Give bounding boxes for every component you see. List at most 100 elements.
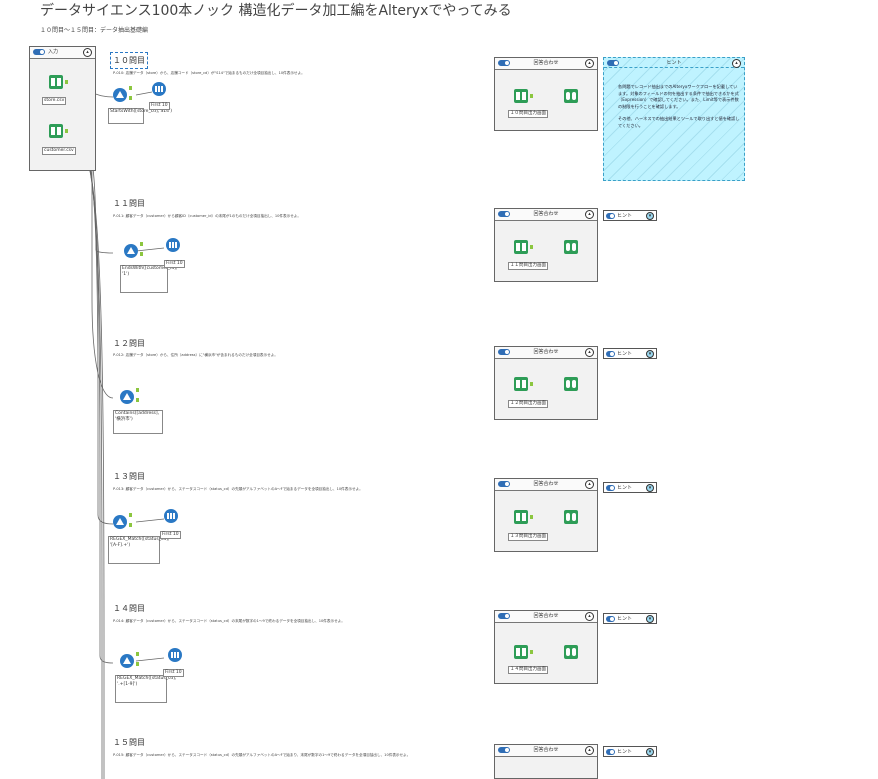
hint-container-collapsed[interactable]: ヒント ▾	[603, 746, 657, 757]
false-anchor-icon[interactable]	[140, 252, 143, 256]
input-data-tool-customer[interactable]	[49, 124, 63, 138]
question-description: P-012: 店舗データ（store）から、住所（address）に"横浜市"が…	[113, 353, 278, 357]
answer-container-header[interactable]: 回答合わせ ▴	[495, 347, 597, 359]
collapse-icon[interactable]: ▴	[585, 348, 594, 357]
expand-icon[interactable]: ▾	[646, 484, 654, 492]
sample-tool[interactable]	[166, 238, 180, 252]
question-title: １４問目	[113, 604, 145, 613]
browse-tool[interactable]	[564, 510, 578, 524]
question-title: １３問目	[113, 472, 145, 481]
input-data-tool-store[interactable]	[49, 75, 63, 89]
true-anchor-icon[interactable]	[136, 652, 139, 656]
output-anchor-icon[interactable]	[530, 94, 533, 98]
false-anchor-icon[interactable]	[136, 662, 139, 666]
container-toggle-icon[interactable]	[606, 351, 615, 357]
container-toggle-icon[interactable]	[606, 749, 615, 755]
output-anchor-icon[interactable]	[530, 515, 533, 519]
answer-container[interactable]: 回答合わせ ▴	[494, 57, 598, 131]
false-anchor-icon[interactable]	[129, 523, 132, 527]
container-toggle-icon[interactable]	[606, 485, 615, 491]
answer-input-tool[interactable]	[514, 510, 528, 524]
filter-tool[interactable]	[120, 654, 134, 668]
collapse-icon[interactable]: ▴	[585, 210, 594, 219]
collapse-icon[interactable]: ▴	[585, 59, 594, 68]
output-anchor-icon[interactable]	[530, 382, 533, 386]
output-anchor-icon[interactable]	[65, 129, 68, 133]
output-anchor-icon[interactable]	[65, 80, 68, 84]
hint-container-collapsed[interactable]: ヒント ▾	[603, 482, 657, 493]
container-toggle-icon[interactable]	[33, 49, 45, 55]
question-description: P-015: 顧客データ（customer）から、ステータスコード（status…	[113, 753, 411, 757]
hint-container-header[interactable]: ヒント ▴	[604, 58, 744, 68]
answer-input-tool[interactable]	[514, 645, 528, 659]
sample-tool[interactable]	[152, 82, 166, 96]
answer-container-title: 回答合わせ	[533, 481, 559, 487]
question-title: １２問目	[113, 339, 145, 348]
answer-container-title: 回答合わせ	[533, 613, 559, 619]
answer-container-header[interactable]: 回答合わせ ▴	[495, 479, 597, 491]
false-anchor-icon[interactable]	[129, 96, 132, 100]
expand-icon[interactable]: ▾	[646, 212, 654, 220]
true-anchor-icon[interactable]	[140, 242, 143, 246]
hint-container-collapsed[interactable]: ヒント ▾	[603, 210, 657, 221]
answer-container-header[interactable]: 回答合わせ ▴	[495, 745, 597, 757]
output-anchor-icon[interactable]	[530, 650, 533, 654]
true-anchor-icon[interactable]	[136, 388, 139, 392]
browse-tool[interactable]	[564, 240, 578, 254]
answer-label: １１問目出力画面	[508, 262, 548, 270]
true-anchor-icon[interactable]	[129, 86, 132, 90]
answer-container[interactable]: 回答合わせ ▴	[494, 346, 598, 420]
collapse-icon[interactable]: ▴	[585, 480, 594, 489]
filter-tool[interactable]	[124, 244, 138, 258]
workflow-canvas[interactable]: データサイエンス100本ノック 構造化データ加工編をAlteryxでやってみる …	[0, 0, 878, 779]
answer-container[interactable]: 回答合わせ ▴	[494, 208, 598, 282]
expand-icon[interactable]: ▾	[646, 615, 654, 623]
browse-tool[interactable]	[564, 645, 578, 659]
answer-label: １３問目出力画面	[508, 533, 548, 541]
answer-container-header[interactable]: 回答合わせ ▴	[495, 611, 597, 623]
expand-icon[interactable]: ▾	[646, 350, 654, 358]
filter-tool[interactable]	[113, 88, 127, 102]
filter-tool[interactable]	[113, 515, 127, 529]
sample-annotation: First 10	[149, 102, 170, 110]
hint-label: ヒント	[617, 213, 633, 219]
answer-container-title: 回答合わせ	[533, 747, 559, 753]
tool-annotation: customer.csv	[42, 147, 76, 155]
hint-container-collapsed[interactable]: ヒント ▾	[603, 613, 657, 624]
browse-tool[interactable]	[564, 377, 578, 391]
collapse-icon[interactable]: ▴	[585, 612, 594, 621]
hint-container-collapsed[interactable]: ヒント ▾	[603, 348, 657, 359]
filter-annotation: StartsWith([store_cd],'S14')	[108, 108, 172, 124]
filter-tool[interactable]	[120, 390, 134, 404]
answer-input-tool[interactable]	[514, 377, 528, 391]
output-anchor-icon[interactable]	[530, 245, 533, 249]
container-toggle-icon[interactable]	[606, 616, 615, 622]
question-description: P-011: 顧客データ（customer）から顧客ID（customer_id…	[113, 214, 301, 218]
hint-container-title: ヒント	[666, 60, 682, 66]
question-title[interactable]: １０問目	[110, 52, 148, 69]
collapse-icon[interactable]: ▴	[585, 746, 594, 755]
collapse-icon[interactable]: ▴	[83, 48, 92, 57]
hint-label: ヒント	[617, 749, 633, 755]
answer-container-header[interactable]: 回答合わせ ▴	[495, 209, 597, 221]
hint-paragraph: その他、ハーネスでの抽出結果とツールで取り出すと値を確認してください。	[618, 116, 740, 128]
answer-container-title: 回答合わせ	[533, 60, 559, 66]
answer-container[interactable]: 回答合わせ ▴	[494, 744, 598, 779]
true-anchor-icon[interactable]	[129, 513, 132, 517]
container-toggle-icon[interactable]	[606, 213, 615, 219]
answer-label: １０問目出力画面	[508, 110, 548, 118]
question-description: P-014: 顧客データ（customer）から、ステータスコード（status…	[113, 619, 345, 623]
tool-annotation: store.csv	[42, 97, 67, 105]
hint-container-expanded[interactable]: ヒント ▴ 各問題でレコード抽出までのAlteryxワークフローを記載しています…	[603, 57, 745, 181]
sample-tool[interactable]	[164, 509, 178, 523]
input-container-header[interactable]: 入力 ▴	[30, 47, 95, 59]
browse-tool[interactable]	[564, 89, 578, 103]
answer-container-header[interactable]: 回答合わせ ▴	[495, 58, 597, 70]
expand-icon[interactable]: ▾	[646, 748, 654, 756]
answer-input-tool[interactable]	[514, 89, 528, 103]
collapse-icon[interactable]: ▴	[732, 59, 741, 68]
filter-annotation: EndsWith([customer_id], '1')	[120, 265, 177, 293]
sample-tool[interactable]	[168, 648, 182, 662]
answer-input-tool[interactable]	[514, 240, 528, 254]
false-anchor-icon[interactable]	[136, 398, 139, 402]
